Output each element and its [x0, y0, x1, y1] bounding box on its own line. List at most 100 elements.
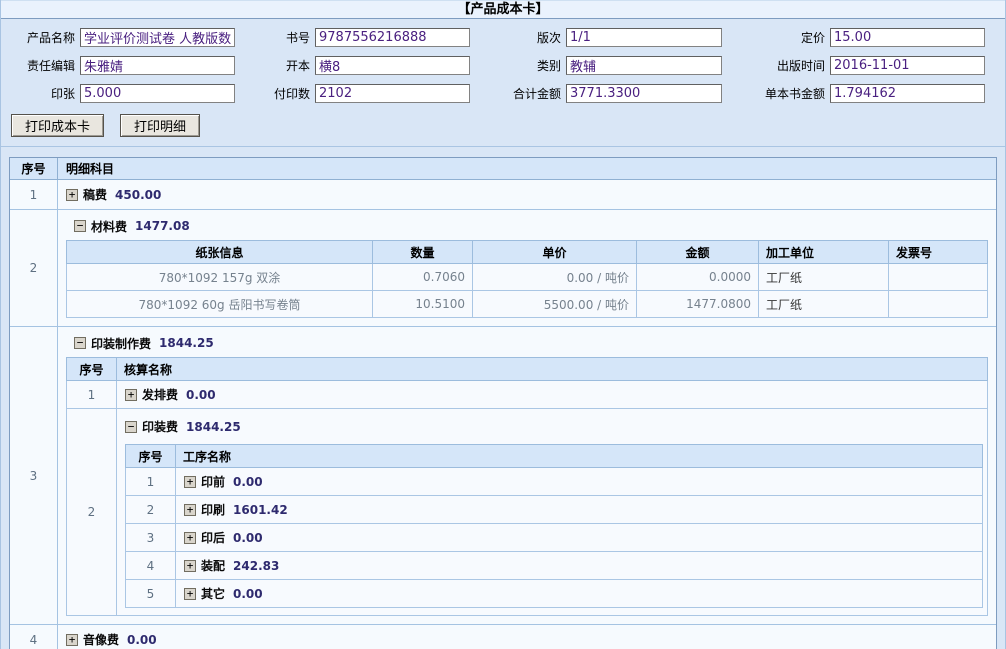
process-amount: 0.00 [233, 531, 263, 545]
row-seq: 1 [10, 180, 58, 209]
paper-qty: 0.7060 [373, 264, 473, 291]
row-seq: 1 [67, 381, 117, 409]
print-detail-button[interactable]: 打印明细 [120, 114, 200, 137]
row-seq: 4 [126, 552, 176, 580]
process-amount: 0.00 [233, 587, 263, 601]
edition-label: 版次 [475, 29, 561, 46]
process-name: 印前 [201, 473, 225, 490]
row-seq: 2 [10, 210, 58, 326]
category-input[interactable] [566, 56, 722, 75]
fee-amount: 0.00 [127, 633, 157, 647]
collapse-icon[interactable]: − [125, 421, 137, 433]
row-material-fee: 2 − 材料费 1477.08 纸张信息 数量 单价 [10, 210, 996, 327]
paper-price: 5500.00 / 吨价 [473, 291, 637, 318]
seq-header: 序号 [126, 445, 176, 468]
total-amount-input[interactable] [566, 84, 722, 103]
paper-amount: 0.0000 [637, 264, 759, 291]
quantity-header: 数量 [373, 241, 473, 264]
collapse-icon[interactable]: − [74, 220, 86, 232]
cost-card-form: 产品名称 书号 版次 定价 责任编辑 开本 类别 出版时间 印张 付印数 合计金… [1, 19, 1005, 147]
paper-invoice [889, 291, 988, 318]
book-number-input[interactable] [315, 28, 470, 47]
row-assembly: 4 + 装配 242.83 [126, 552, 983, 580]
row-seq: 5 [126, 580, 176, 608]
category-label: 类别 [475, 57, 561, 74]
expand-icon[interactable]: + [66, 634, 78, 646]
page-title: 【产品成本卡】 [1, 0, 1005, 19]
print-quantity-input[interactable] [315, 84, 470, 103]
paper-info: 780*1092 60g 岳阳书写卷筒 [67, 291, 373, 318]
paper-amount: 1477.0800 [637, 291, 759, 318]
expand-icon[interactable]: + [66, 189, 78, 201]
collapse-icon[interactable]: − [74, 337, 86, 349]
paper-unit: 工厂纸 [759, 264, 889, 291]
seq-column-header: 序号 [10, 158, 58, 179]
invoice-header: 发票号 [889, 241, 988, 264]
list-price-input[interactable] [830, 28, 985, 47]
process-name: 印后 [201, 529, 225, 546]
paper-info-header: 纸张信息 [67, 241, 373, 264]
expand-icon[interactable]: + [184, 476, 196, 488]
list-price-label: 定价 [727, 29, 825, 46]
fee-amount: 1844.25 [186, 420, 241, 434]
publish-date-label: 出版时间 [727, 57, 825, 74]
process-name: 印刷 [201, 501, 225, 518]
paper-unit: 工厂纸 [759, 291, 889, 318]
paper-info: 780*1092 157g 双涂 [67, 264, 373, 291]
print-quantity-label: 付印数 [240, 85, 310, 102]
paper-row: 780*1092 60g 岳阳书写卷筒 10.5100 5500.00 / 吨价… [67, 291, 988, 318]
fee-name: 稿费 [83, 186, 107, 203]
row-seq: 4 [10, 625, 58, 649]
process-amount: 242.83 [233, 559, 279, 573]
accounting-name-header: 核算名称 [117, 358, 988, 381]
processor-header: 加工单位 [759, 241, 889, 264]
paper-price: 0.00 / 吨价 [473, 264, 637, 291]
sheets-input[interactable] [80, 84, 235, 103]
paper-qty: 10.5100 [373, 291, 473, 318]
process-amount: 1601.42 [233, 503, 288, 517]
row-audio-fee: 4 + 音像费 0.00 [10, 625, 996, 649]
row-preprint: 1 + 印前 0.00 [126, 468, 983, 496]
detail-table: 序号 明细科目 1 + 稿费 450.00 2 − 材料费 [9, 157, 997, 649]
product-cost-card-page: 【产品成本卡】 产品名称 书号 版次 定价 责任编辑 开本 类别 出版时间 印张… [0, 0, 1006, 649]
expand-icon[interactable]: + [125, 389, 137, 401]
format-label: 开本 [240, 57, 310, 74]
subject-column-header: 明细科目 [58, 158, 996, 179]
process-name: 装配 [201, 557, 225, 574]
expand-icon[interactable]: + [184, 504, 196, 516]
expand-icon[interactable]: + [184, 560, 196, 572]
accounting-table: 序号 核算名称 1 + 发排费 [66, 357, 988, 616]
row-seq: 3 [10, 327, 58, 624]
fee-amount: 1844.25 [159, 336, 214, 350]
process-table: 序号 工序名称 1 [125, 444, 983, 608]
unit-price-header: 单价 [473, 241, 637, 264]
book-number-label: 书号 [240, 29, 310, 46]
expand-icon[interactable]: + [184, 532, 196, 544]
editor-label: 责任编辑 [9, 57, 75, 74]
amount-header: 金额 [637, 241, 759, 264]
total-amount-label: 合计金额 [475, 85, 561, 102]
per-book-amount-input[interactable] [830, 84, 985, 103]
row-typesetting-fee: 1 + 发排费 0.00 [67, 381, 988, 409]
detail-table-header: 序号 明细科目 [10, 158, 996, 180]
print-cost-card-button[interactable]: 打印成本卡 [11, 114, 104, 137]
row-printing: 2 + 印刷 1601.42 [126, 496, 983, 524]
format-input[interactable] [315, 56, 470, 75]
product-name-input[interactable] [80, 28, 235, 47]
fee-amount: 450.00 [115, 188, 161, 202]
per-book-amount-label: 单本书金额 [727, 85, 825, 102]
row-postprint: 3 + 印后 0.00 [126, 524, 983, 552]
edition-input[interactable] [566, 28, 722, 47]
row-manuscript-fee: 1 + 稿费 450.00 [10, 180, 996, 210]
expand-icon[interactable]: + [184, 588, 196, 600]
fee-amount: 1477.08 [135, 219, 190, 233]
publish-date-input[interactable] [830, 56, 985, 75]
editor-input[interactable] [80, 56, 235, 75]
row-other: 5 + 其它 0.00 [126, 580, 983, 608]
fee-name: 印装制作费 [91, 335, 151, 352]
row-binding-fee: 2 − 印装费 1844.25 [67, 409, 988, 616]
row-seq: 2 [126, 496, 176, 524]
row-seq: 3 [126, 524, 176, 552]
fee-name: 发排费 [142, 386, 178, 403]
fee-name: 印装费 [142, 418, 178, 435]
